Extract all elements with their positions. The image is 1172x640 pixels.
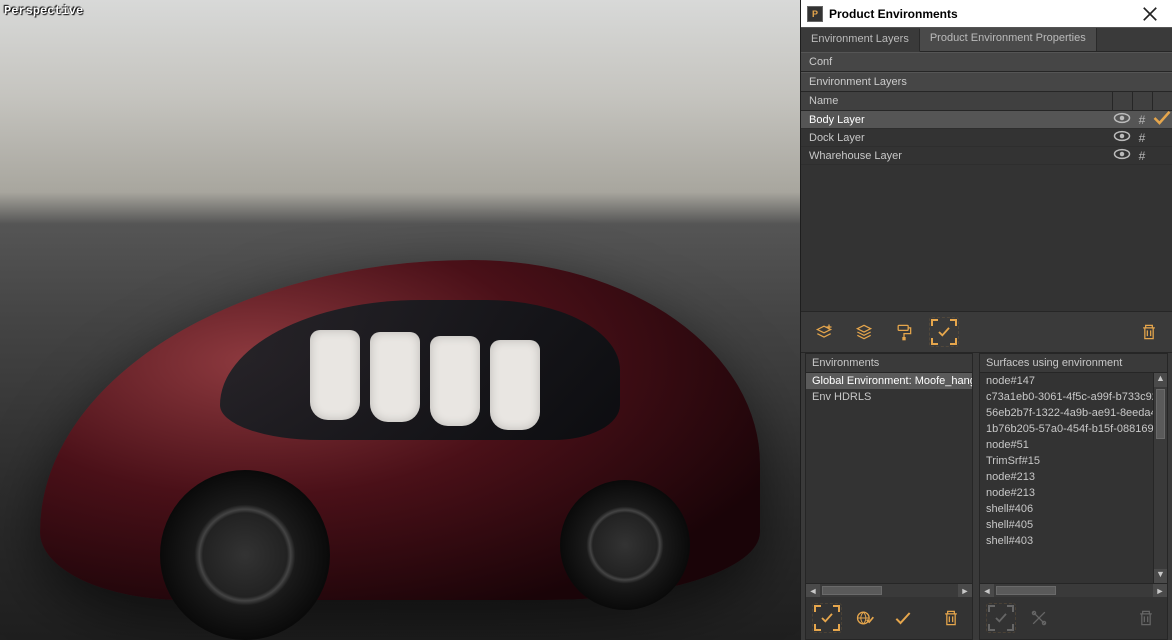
surface-item[interactable]: 1b76b205-57a0-454f-b15f-088169e0 — [980, 421, 1167, 437]
trash-icon — [941, 608, 961, 628]
paint-roller-icon — [894, 322, 914, 342]
surfaces-vscroll[interactable]: ▲ ▼ — [1153, 373, 1167, 583]
surface-item[interactable]: shell#406 — [980, 501, 1167, 517]
surfaces-toolbar — [980, 597, 1167, 639]
hash-icon[interactable]: # — [1132, 131, 1152, 145]
lower-split: Environments Global Environment: Moofe_h… — [801, 353, 1172, 640]
scroll-left-icon[interactable]: ◄ — [806, 584, 820, 597]
surf-unlink-button[interactable] — [1024, 603, 1054, 633]
environments-header: Environments — [806, 354, 972, 373]
close-icon — [1140, 4, 1160, 24]
layer-name: Dock Layer — [801, 132, 1112, 144]
environment-item-global[interactable]: Global Environment: Moofe_hangar_20 — [806, 373, 972, 389]
check-icon[interactable] — [1152, 111, 1172, 131]
scroll-down-icon[interactable]: ▼ — [1154, 569, 1167, 583]
hash-icon[interactable]: # — [1132, 113, 1152, 127]
surfaces-header: Surfaces using environment — [980, 354, 1167, 373]
panel-title: Product Environments — [829, 7, 1130, 21]
layers-toolbar — [801, 311, 1172, 353]
app-icon: P — [807, 6, 823, 22]
surface-item[interactable]: TrimSrf#15 — [980, 453, 1167, 469]
environments-hscroll[interactable]: ◄ ► — [806, 583, 972, 597]
environment-item-hdrls[interactable]: Env HDRLS — [806, 389, 972, 405]
vscroll-thumb[interactable] — [1156, 389, 1165, 439]
layers-table-header: Name — [801, 92, 1172, 111]
surface-item[interactable]: shell#403 — [980, 533, 1167, 549]
environments-list: Global Environment: Moofe_hangar_20 Env … — [806, 373, 972, 583]
select-check-button[interactable] — [929, 317, 959, 347]
stack-icon — [854, 322, 874, 342]
paint-button[interactable] — [889, 317, 919, 347]
tab-product-environment-properties[interactable]: Product Environment Properties — [920, 28, 1097, 51]
hscroll-thumb[interactable] — [822, 586, 882, 595]
surface-item[interactable]: node#213 — [980, 469, 1167, 485]
column-hash-header — [1132, 92, 1152, 110]
surface-item[interactable]: 56eb2b7f-1322-4a9b-ae91-8eeda49 — [980, 405, 1167, 421]
surfaces-hscroll[interactable]: ◄ ► — [980, 583, 1167, 597]
viewport-label: Perspective — [4, 4, 83, 18]
hscroll-thumb[interactable] — [996, 586, 1056, 595]
hash-icon[interactable]: # — [1132, 149, 1152, 163]
column-name-header: Name — [801, 92, 1112, 110]
scroll-up-icon[interactable]: ▲ — [1154, 373, 1167, 387]
surface-item[interactable]: node#51 — [980, 437, 1167, 453]
environments-toolbar — [806, 597, 972, 639]
conf-header: Conf — [801, 52, 1172, 72]
scroll-right-icon[interactable]: ► — [958, 584, 972, 597]
close-button[interactable] — [1130, 0, 1170, 28]
add-layer-button[interactable] — [809, 317, 839, 347]
trash-icon — [1136, 608, 1156, 628]
environment-layers-header: Environment Layers — [801, 72, 1172, 92]
surfaces-list: node#147 c73a1eb0-3061-4f5c-a99f-b733c92… — [980, 373, 1167, 583]
scroll-left-icon[interactable]: ◄ — [980, 584, 994, 597]
trash-icon — [1139, 322, 1159, 342]
layer-row-wharehouse[interactable]: Wharehouse Layer # — [801, 147, 1172, 165]
visibility-icon[interactable] — [1112, 144, 1132, 167]
car-render-placeholder — [40, 260, 760, 600]
layers-stack-button[interactable] — [849, 317, 879, 347]
surface-item[interactable]: shell#405 — [980, 517, 1167, 533]
surf-delete-button[interactable] — [1131, 603, 1161, 633]
layers-list: Body Layer # Dock Layer # Wharehouse Lay… — [801, 111, 1172, 311]
surface-item[interactable]: node#147 — [980, 373, 1167, 389]
delete-layer-button[interactable] — [1134, 317, 1164, 347]
panel-titlebar: P Product Environments — [801, 0, 1172, 28]
product-environments-panel: P Product Environments Environment Layer… — [800, 0, 1172, 640]
column-active-header — [1152, 92, 1172, 110]
globe-check-icon — [855, 608, 875, 628]
viewport-3d[interactable]: Perspective — [0, 0, 800, 640]
stack-plus-icon — [814, 322, 834, 342]
env-delete-button[interactable] — [936, 603, 966, 633]
env-check-button[interactable] — [888, 603, 918, 633]
panel-tabs: Environment Layers Product Environment P… — [801, 28, 1172, 52]
layer-name: Body Layer — [801, 114, 1112, 126]
env-globe-button[interactable] — [850, 603, 880, 633]
unlink-icon — [1029, 608, 1049, 628]
surf-select-check-button[interactable] — [986, 603, 1016, 633]
column-visibility-header — [1112, 92, 1132, 110]
tab-environment-layers[interactable]: Environment Layers — [801, 29, 920, 52]
environments-list-panel: Environments Global Environment: Moofe_h… — [805, 353, 973, 640]
surfaces-list-panel: Surfaces using environment node#147 c73a… — [979, 353, 1168, 640]
surface-item[interactable]: node#213 — [980, 485, 1167, 501]
check-icon — [893, 608, 913, 628]
surface-item[interactable]: c73a1eb0-3061-4f5c-a99f-b733c922 — [980, 389, 1167, 405]
scroll-right-icon[interactable]: ► — [1153, 584, 1167, 597]
layer-name: Wharehouse Layer — [801, 150, 1112, 162]
env-select-check-button[interactable] — [812, 603, 842, 633]
